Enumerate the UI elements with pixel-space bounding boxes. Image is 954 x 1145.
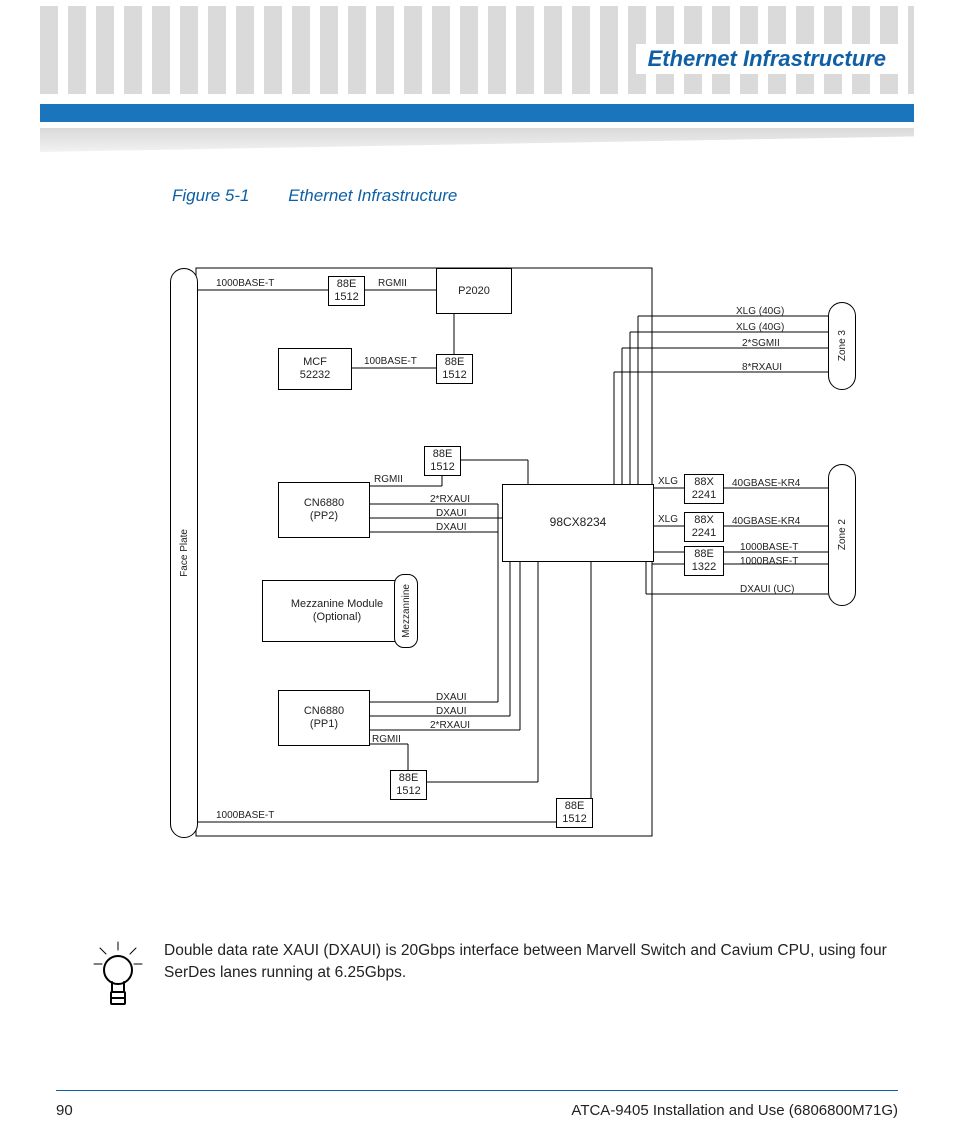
block-zone2: Zone 2 (828, 464, 856, 606)
label-rgmii-pp1: RGMII (372, 734, 401, 745)
figure-caption: Figure 5-1 Ethernet Infrastructure (172, 186, 457, 206)
footer-page-number: 90 (56, 1102, 73, 1119)
label-z2-dxaui: DXAUI (UC) (740, 584, 794, 595)
block-mezzanine-tab: Mezzannine (394, 574, 418, 648)
label-dxaui-pp1b: DXAUI (436, 706, 467, 717)
label-2rxaui-pp2: 2*RXAUI (430, 494, 470, 505)
label-z3-sgmii: 2*SGMII (742, 338, 780, 349)
figure-title: Ethernet Infrastructure (288, 186, 457, 205)
label-z2-kr4-b: 40GBASE-KR4 (732, 516, 800, 527)
footer-rule (56, 1090, 898, 1091)
block-98cx8234: 98CX8234 (502, 484, 654, 562)
label-dxaui-pp2b: DXAUI (436, 522, 467, 533)
block-88e1512-c: 88E 1512 (424, 446, 461, 476)
block-88e1512-e: 88E 1512 (556, 798, 593, 828)
header-grey-taper (40, 128, 914, 152)
block-cn6880-pp1: CN6880 (PP1) (278, 690, 370, 746)
label-1000base-t-bot: 1000BASE-T (216, 810, 274, 821)
block-zone3: Zone 3 (828, 302, 856, 390)
lightbulb-icon (90, 940, 146, 1010)
label-z2-1000b: 1000BASE-T (740, 556, 798, 567)
label-z3-rxaui: 8*RXAUI (742, 362, 782, 373)
label-100base-t: 100BASE-T (364, 356, 417, 367)
block-mezzanine-module: Mezzanine Module (Optional) (262, 580, 412, 642)
label-2rxaui-pp1: 2*RXAUI (430, 720, 470, 731)
block-cn6880-pp2: CN6880 (PP2) (278, 482, 370, 538)
block-88e1512-a: 88E 1512 (328, 276, 365, 306)
label-rgmii-top: RGMII (378, 278, 407, 289)
label-dxaui-pp2a: DXAUI (436, 508, 467, 519)
header-blue-bar (40, 104, 914, 122)
page-header-title: Ethernet Infrastructure (636, 44, 898, 74)
ethernet-diagram: Face Plate 88E 1512 P2020 MCF 52232 88E … (168, 250, 888, 870)
label-z3-xlg2: XLG (40G) (736, 322, 784, 333)
face-plate-label: Face Plate (179, 529, 190, 577)
figure-number: Figure 5-1 (172, 186, 249, 205)
footer-doc-id: ATCA-9405 Installation and Use (6806800M… (571, 1102, 898, 1119)
block-88e1512-b: 88E 1512 (436, 354, 473, 384)
label-1000base-t-top: 1000BASE-T (216, 278, 274, 289)
block-88x2241-b: 88X 2241 (684, 512, 724, 542)
tip-text: Double data rate XAUI (DXAUI) is 20Gbps … (164, 940, 898, 1010)
tip-block: Double data rate XAUI (DXAUI) is 20Gbps … (90, 940, 898, 1010)
block-face-plate: Face Plate (170, 268, 198, 838)
label-xlg-a: XLG (658, 476, 678, 487)
block-88e1512-d: 88E 1512 (390, 770, 427, 800)
label-z2-1000a: 1000BASE-T (740, 542, 798, 553)
label-xlg-b: XLG (658, 514, 678, 525)
block-88e1322: 88E 1322 (684, 546, 724, 576)
label-dxaui-pp1a: DXAUI (436, 692, 467, 703)
block-mcf52232: MCF 52232 (278, 348, 352, 390)
label-rgmii-pp2: RGMII (374, 474, 403, 485)
label-z3-xlg1: XLG (40G) (736, 306, 784, 317)
block-p2020: P2020 (436, 268, 512, 314)
block-88x2241-a: 88X 2241 (684, 474, 724, 504)
label-z2-kr4-a: 40GBASE-KR4 (732, 478, 800, 489)
